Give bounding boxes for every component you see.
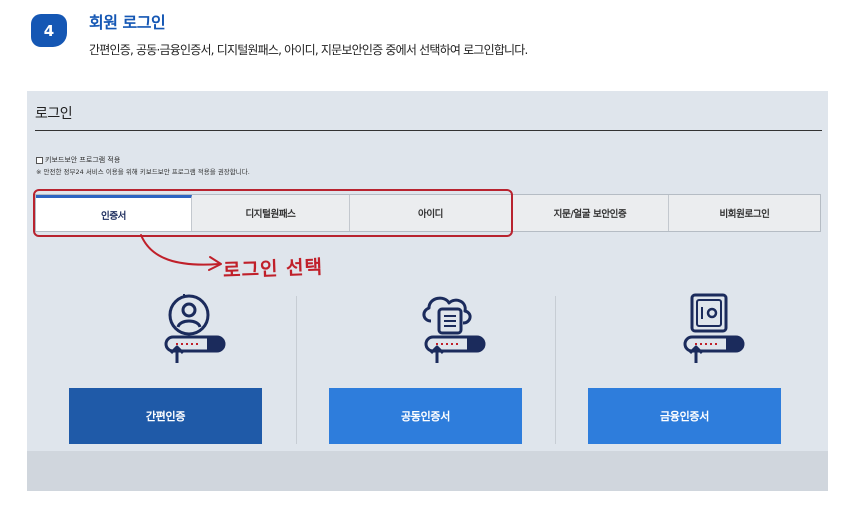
checkbox-box[interactable]: [36, 156, 43, 164]
joint-certificate-button[interactable]: 공동인증서: [329, 388, 522, 444]
method-joint-certificate: 공동인증서: [329, 291, 569, 449]
annotation-arrow-icon: [140, 234, 222, 271]
keyboard-security-checkbox[interactable]: 키보드보안 프로그램 적용: [36, 155, 120, 165]
safe-login-icon: [683, 293, 745, 363]
annotation-highlight-box: [33, 189, 513, 237]
login-title: 로그인: [35, 106, 73, 122]
cloud-certificate-login-icon: [422, 296, 486, 363]
step-number-badge: 4: [31, 14, 67, 47]
tab-biometric[interactable]: 지문/얼굴 보안인증: [512, 195, 669, 231]
financial-certificate-button[interactable]: 금융인증서: [588, 388, 781, 444]
keyboard-security-note: ※ 안전한 정부24 서비스 이용을 위해 키보드보안 프로그램 적용을 권장합…: [36, 168, 250, 176]
login-panel-footer: [27, 451, 828, 491]
title-divider: [35, 130, 822, 131]
step-title: 회원 로그인: [89, 13, 166, 32]
annotation-text: 로그인 선택: [222, 256, 324, 282]
method-simple-auth: 간편인증: [69, 291, 309, 449]
method-financial-certificate: 금융인증서: [588, 291, 828, 449]
person-login-icon: [164, 294, 226, 363]
keyboard-security-label: 키보드보안 프로그램 적용: [45, 156, 121, 164]
tab-guest-login[interactable]: 비회원로그인: [669, 195, 820, 231]
login-panel: 로그인 키보드보안 프로그램 적용 ※ 안전한 정부24 서비스 이용을 위해 …: [27, 91, 828, 491]
step-description: 간편인증, 공동·금융인증서, 디지털원패스, 아이디, 지문보안인증 중에서 …: [89, 43, 528, 57]
simple-auth-button[interactable]: 간편인증: [69, 388, 262, 444]
step-header: 4 회원 로그인 간편인증, 공동·금융인증서, 디지털원패스, 아이디, 지문…: [0, 0, 849, 80]
